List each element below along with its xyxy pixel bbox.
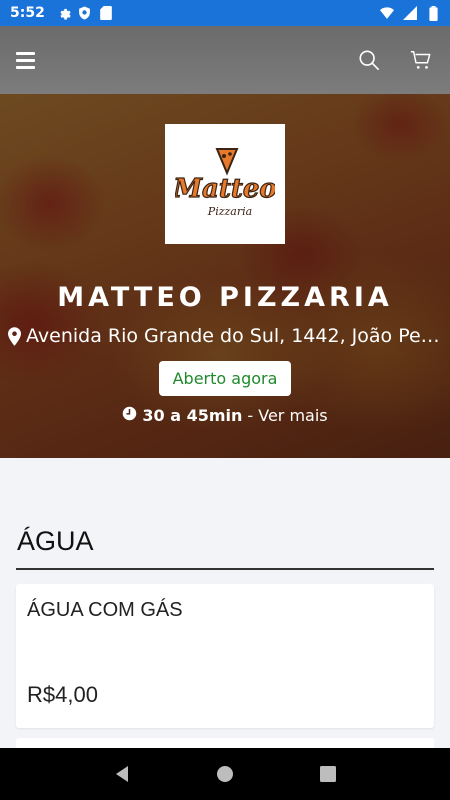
- cart-icon[interactable]: [408, 47, 434, 73]
- store-address: Avenida Rio Grande do Sul, 1442, João Pe…: [8, 323, 444, 349]
- back-icon[interactable]: [107, 759, 137, 789]
- address-text: Avenida Rio Grande do Sul, 1442, João Pe…: [26, 325, 444, 347]
- product-price: R$4,00: [27, 682, 98, 707]
- see-more-link[interactable]: - Ver mais: [247, 406, 327, 425]
- product-name: ÁGUA COM GÁS: [27, 599, 183, 621]
- wifi-icon: [380, 6, 394, 20]
- open-status-badge: Aberto agora: [159, 361, 291, 396]
- app-bar: [0, 26, 450, 94]
- store-name: MATTEO PIZZARIA: [57, 282, 393, 313]
- location-pin-icon: [8, 326, 21, 346]
- recents-icon[interactable]: [313, 759, 343, 789]
- search-icon[interactable]: [356, 47, 382, 73]
- sd-card-icon: [99, 6, 113, 20]
- gear-icon: [57, 6, 71, 20]
- system-nav-bar: [0, 748, 450, 800]
- logo-text: Matteo: [175, 174, 275, 204]
- clock-icon: [122, 406, 137, 425]
- menu-content: ÁGUA ÁGUA COM GÁS R$4,00: [0, 458, 450, 778]
- store-hero-banner: Matteo Pizzaria MATTEO PIZZARIA Avenida …: [0, 94, 450, 458]
- menu-icon[interactable]: [16, 47, 42, 73]
- status-bar: 5:52: [0, 0, 450, 26]
- status-time: 5:52: [10, 5, 45, 21]
- delivery-time: 30 a 45min: [142, 406, 243, 425]
- screen: 5:52 Matteo Pizzaria MATTEO PIZZARIA Ave…: [0, 0, 450, 800]
- shield-icon: [78, 6, 92, 20]
- product-card[interactable]: ÁGUA COM GÁS R$4,00: [16, 584, 434, 728]
- menu-section-title: ÁGUA: [17, 526, 94, 556]
- section-divider: [16, 568, 434, 570]
- delivery-time-row[interactable]: 30 a 45min - Ver mais: [0, 406, 450, 425]
- home-icon[interactable]: [210, 759, 240, 789]
- store-logo: Matteo Pizzaria: [165, 124, 285, 244]
- signal-icon: [403, 6, 417, 20]
- status-icons-right: [380, 5, 440, 21]
- logo-subtext: Pizzaria: [207, 205, 252, 218]
- status-icons-left: [57, 6, 113, 20]
- app-bar-actions: [356, 47, 434, 73]
- battery-icon: [426, 5, 440, 21]
